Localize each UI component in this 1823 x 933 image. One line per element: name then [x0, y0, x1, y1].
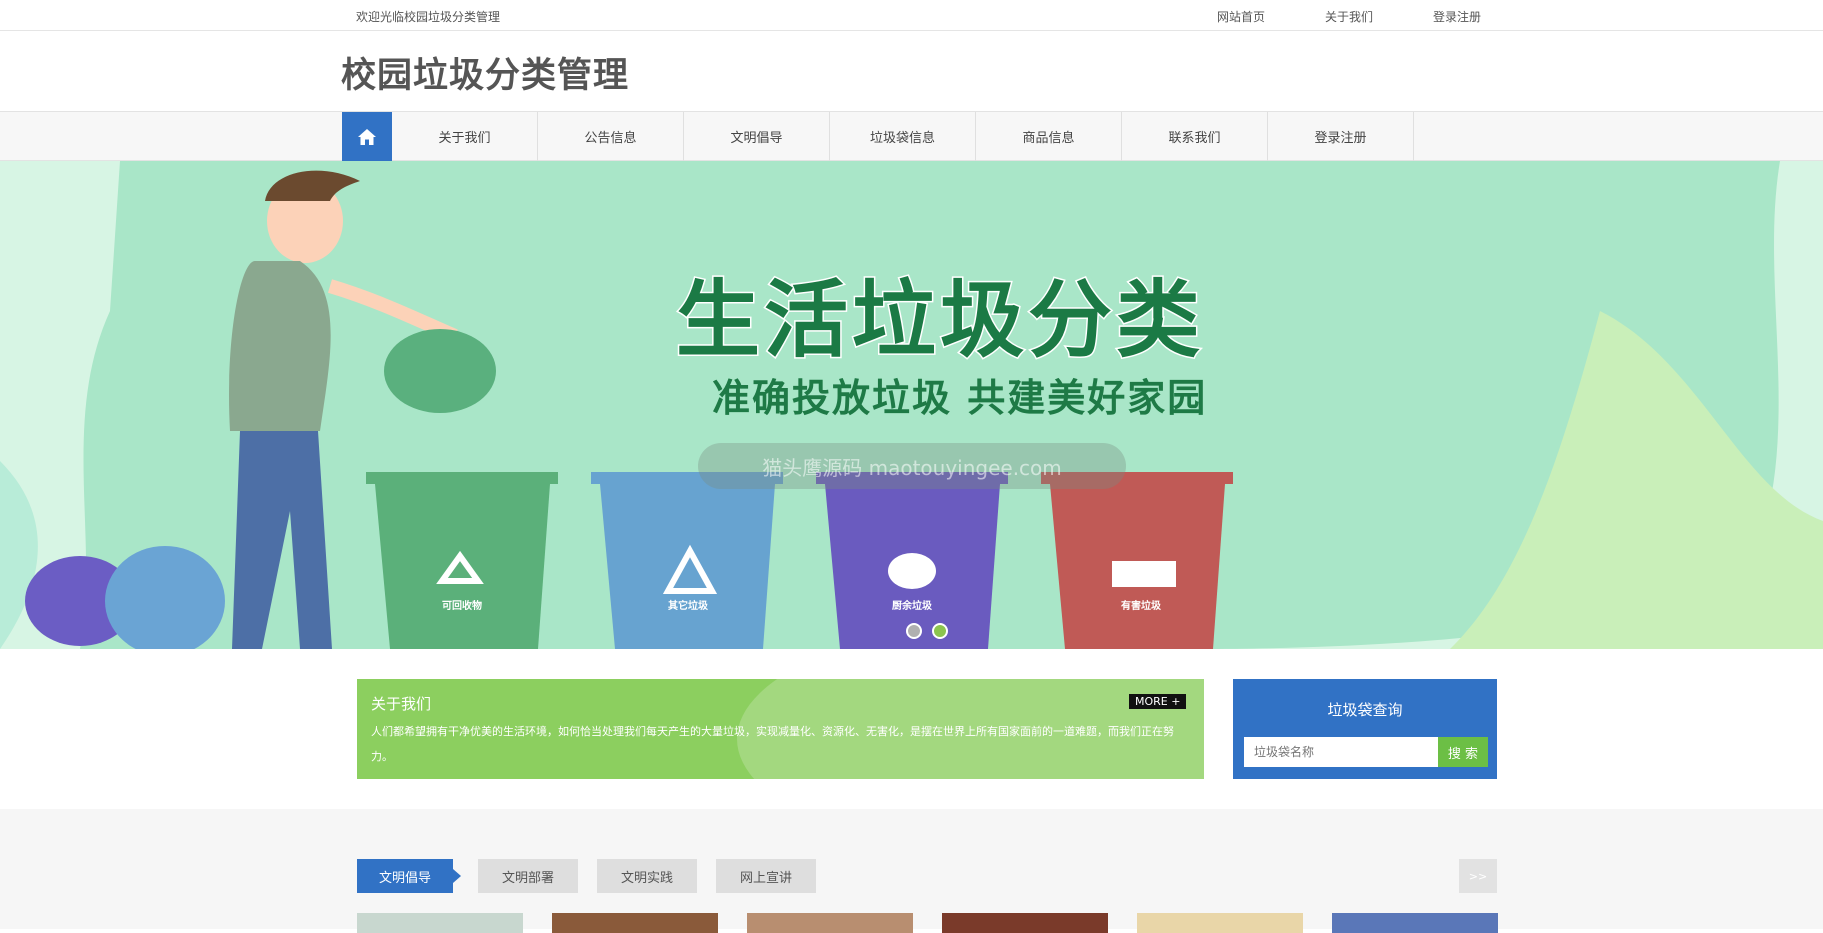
nav-item-contact[interactable]: 联系我们 [1122, 112, 1268, 161]
tab-civilization-practice[interactable]: 文明实践 [597, 859, 697, 893]
nav-item-garbage-bag[interactable]: 垃圾袋信息 [830, 112, 976, 161]
next-arrow-button[interactable]: >> [1459, 859, 1497, 893]
bin-label-hazardous: 有害垃圾 [1121, 601, 1161, 612]
home-icon [358, 128, 376, 145]
bin-label-recyclable: 可回收物 [442, 601, 482, 612]
about-text: 人们都希望拥有干净优美的生活环境，如何恰当处理我们每天产生的大量垃圾，实现减量化… [371, 725, 1174, 763]
main-nav: 关于我们 公告信息 文明倡导 垃圾袋信息 商品信息 联系我们 登录注册 [0, 111, 1823, 161]
banner-subline: 准确投放垃圾 共建美好家园 [712, 376, 1208, 420]
site-header: 校园垃圾分类管理 [0, 31, 1823, 111]
nav-item-products[interactable]: 商品信息 [976, 112, 1122, 161]
banner-watermark: 猫头鹰源码 maotouyingee.com [698, 443, 1126, 489]
nav-item-notice[interactable]: 公告信息 [538, 112, 684, 161]
search-title: 垃圾袋查询 [1327, 701, 1403, 719]
search-button[interactable]: 搜 索 [1438, 737, 1488, 767]
welcome-text: 欢迎光临校园垃圾分类管理 [356, 10, 501, 24]
top-link-login[interactable]: 登录注册 [1433, 8, 1481, 25]
banner-headline: 生活垃圾分类 [674, 270, 1205, 371]
slide-dot-1[interactable] [906, 623, 922, 639]
slide-dot-2[interactable] [932, 623, 948, 639]
hazardous-bin [1041, 472, 1233, 649]
nav-home-button[interactable] [342, 112, 392, 161]
search-input[interactable] [1244, 737, 1438, 767]
nav-item-about[interactable]: 关于我们 [392, 112, 538, 161]
tab-online-lecture[interactable]: 网上宣讲 [716, 859, 816, 893]
top-link-home[interactable]: 网站首页 [1217, 8, 1265, 25]
garbage-bag-search-panel: 垃圾袋查询 搜 索 [1233, 679, 1497, 779]
about-panel: 关于我们 MORE + 人们都希望拥有干净优美的生活环境，如何恰当处理我们每天产… [357, 679, 1204, 779]
bin-label-kitchen: 厨余垃圾 [892, 601, 932, 612]
about-more-button[interactable]: MORE + [1129, 694, 1187, 709]
top-link-about[interactable]: 关于我们 [1325, 8, 1373, 25]
nav-item-login[interactable]: 登录注册 [1268, 112, 1414, 161]
top-bar: 欢迎光临校园垃圾分类管理 网站首页 关于我们 登录注册 [0, 0, 1823, 31]
tab-civilization-advocacy[interactable]: 文明倡导 [357, 859, 461, 893]
nav-item-civilization[interactable]: 文明倡导 [684, 112, 830, 161]
thumbnail-image[interactable] [1137, 913, 1303, 933]
about-title[interactable]: 关于我们 [371, 693, 431, 714]
thumbnail-image[interactable] [552, 913, 718, 933]
thumbnail-image[interactable] [357, 913, 523, 933]
civilization-section: 文明倡导 文明部署 文明实践 网上宣讲 >> [0, 809, 1823, 933]
thumbnail-image[interactable] [942, 913, 1108, 933]
tab-civilization-deployment[interactable]: 文明部署 [478, 859, 578, 893]
hero-banner[interactable]: 生活垃圾分类 准确投放垃圾 共建美好家园 猫头鹰源码 maotouyingee.… [0, 161, 1823, 649]
thumbnail-image[interactable] [1332, 913, 1498, 933]
bin-label-other: 其它垃圾 [668, 601, 708, 612]
thumbnail-image[interactable] [747, 913, 913, 933]
site-title[interactable]: 校园垃圾分类管理 [341, 47, 629, 98]
